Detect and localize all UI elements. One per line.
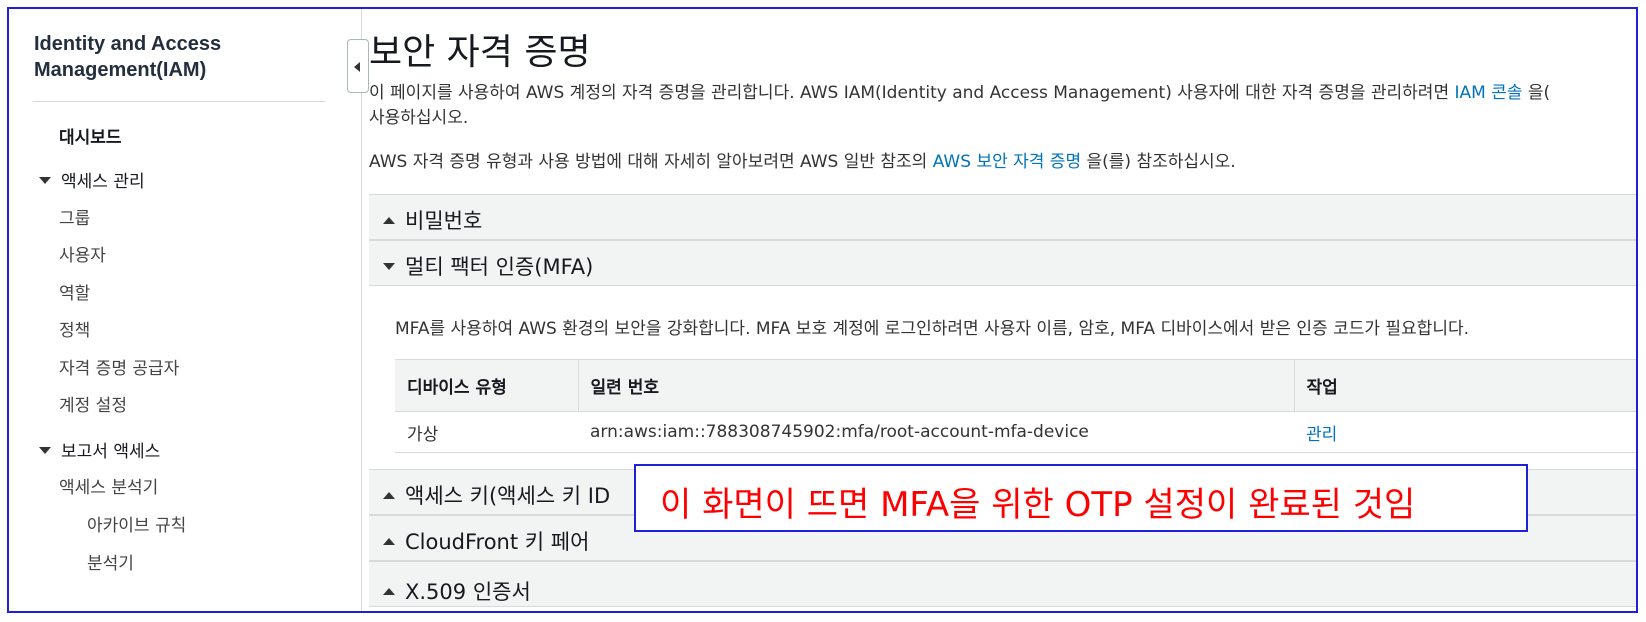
table-row: 가상 arn:aws:iam::788308745902:mfa/root-ac…	[395, 411, 1636, 453]
sidebar-divider	[33, 101, 325, 102]
sidebar-item-identity-providers[interactable]: 자격 증명 공급자	[59, 354, 179, 379]
intro-text: 이 페이지를 사용하여 AWS 계정의 자격 증명을 관리합니다. AWS IA…	[369, 83, 1455, 103]
table-header-action: 작업	[1294, 359, 1636, 412]
section-x509-header[interactable]: X.509 인증서	[369, 561, 1636, 607]
section-title: 멀티 팩터 인증(MFA)	[405, 255, 594, 279]
sidebar-collapse-button[interactable]	[347, 39, 369, 93]
manage-mfa-link[interactable]: 관리	[1306, 425, 1337, 445]
sidebar-section-label: 액세스 관리	[61, 172, 145, 192]
reference-text: AWS 자격 증명 유형과 사용 방법에 대해 자세히 알아보려면 AWS 일반…	[369, 152, 933, 172]
sidebar-section-label: 보고서 액세스	[61, 442, 161, 462]
sidebar-item-policies[interactable]: 정책	[59, 316, 90, 341]
annotation-text: 이 화면이 뜨면 MFA을 위한 OTP 설정이 완료된 것임	[660, 485, 1416, 525]
sidebar-title: Identity and Access Management(IAM)	[34, 31, 334, 83]
collapse-left-icon	[354, 62, 360, 72]
sidebar-section-reports[interactable]: 보고서 액세스	[39, 437, 160, 462]
caret-up-icon	[383, 216, 395, 224]
caret-down-icon	[39, 446, 51, 454]
sidebar-title-line1: Identity and Access	[34, 33, 222, 55]
cell-device-type: 가상	[395, 411, 578, 453]
section-password-header[interactable]: 비밀번호	[369, 194, 1636, 240]
sidebar-item-dashboard[interactable]: 대시보드	[59, 123, 122, 148]
mfa-description: MFA를 사용하여 AWS 환경의 보안을 강화합니다. MFA 보호 계정에 …	[395, 319, 1470, 339]
cell-action: 관리	[1294, 411, 1636, 453]
sidebar-item-access-analyzer[interactable]: 액세스 분석기	[59, 473, 158, 498]
section-title: X.509 인증서	[405, 580, 531, 604]
section-title: 액세스 키(액세스 키 ID	[405, 484, 611, 508]
section-label: 멀티 팩터 인증(MFA)	[383, 251, 593, 281]
sidebar: Identity and Access Management(IAM) 대시보드…	[9, 9, 362, 611]
section-label: 액세스 키(액세스 키 ID	[383, 480, 610, 510]
reference-text-tail: 을(를) 참조하십시오.	[1081, 152, 1236, 172]
reference-paragraph: AWS 자격 증명 유형과 사용 방법에 대해 자세히 알아보려면 AWS 일반…	[369, 150, 1236, 174]
sidebar-item-users[interactable]: 사용자	[59, 241, 106, 266]
sidebar-item-roles[interactable]: 역할	[59, 279, 90, 304]
section-mfa-header[interactable]: 멀티 팩터 인증(MFA)	[369, 240, 1636, 286]
section-label: 비밀번호	[383, 205, 482, 235]
section-label: CloudFront 키 페어	[383, 526, 589, 556]
intro-paragraph: 이 페이지를 사용하여 AWS 계정의 자격 증명을 관리합니다. AWS IA…	[369, 81, 1550, 105]
intro-text-tail: 을(	[1522, 83, 1551, 103]
sidebar-item-account-settings[interactable]: 계정 설정	[59, 391, 127, 416]
sidebar-section-access-management[interactable]: 액세스 관리	[39, 167, 145, 192]
annotation-callout: 이 화면이 뜨면 MFA을 위한 OTP 설정이 완료된 것임	[634, 464, 1528, 532]
page-title: 보안 자격 증명	[369, 32, 591, 73]
table-header-serial: 일련 번호	[578, 359, 1295, 412]
caret-up-icon	[383, 537, 395, 545]
cell-serial: arn:aws:iam::788308745902:mfa/root-accou…	[578, 411, 1294, 453]
screenshot-frame: Identity and Access Management(IAM) 대시보드…	[7, 7, 1638, 613]
mfa-device-table: 디바이스 유형 일련 번호 작업 가상 arn:aws:iam::7883087…	[395, 359, 1636, 453]
caret-up-icon	[383, 491, 395, 499]
caret-down-icon	[39, 176, 51, 184]
section-title: CloudFront 키 페어	[405, 530, 590, 554]
mfa-section-body: MFA를 사용하여 AWS 환경의 보안을 강화합니다. MFA 보호 계정에 …	[369, 294, 1636, 474]
sidebar-item-archive-rules[interactable]: 아카이브 규칙	[87, 511, 186, 536]
aws-security-credentials-link[interactable]: AWS 보안 자격 증명	[933, 152, 1081, 172]
intro-paragraph-line2: 사용하십시오.	[369, 108, 469, 128]
sidebar-title-line2: Management(IAM)	[34, 59, 207, 81]
iam-console-link[interactable]: IAM 콘솔	[1454, 83, 1522, 103]
sidebar-item-analyzers[interactable]: 분석기	[87, 549, 134, 574]
section-title: 비밀번호	[405, 209, 483, 233]
table-header-device-type: 디바이스 유형	[395, 359, 579, 412]
caret-down-icon	[383, 262, 395, 270]
caret-up-icon	[383, 587, 395, 595]
section-label: X.509 인증서	[383, 576, 531, 606]
sidebar-item-groups[interactable]: 그룹	[59, 204, 90, 229]
